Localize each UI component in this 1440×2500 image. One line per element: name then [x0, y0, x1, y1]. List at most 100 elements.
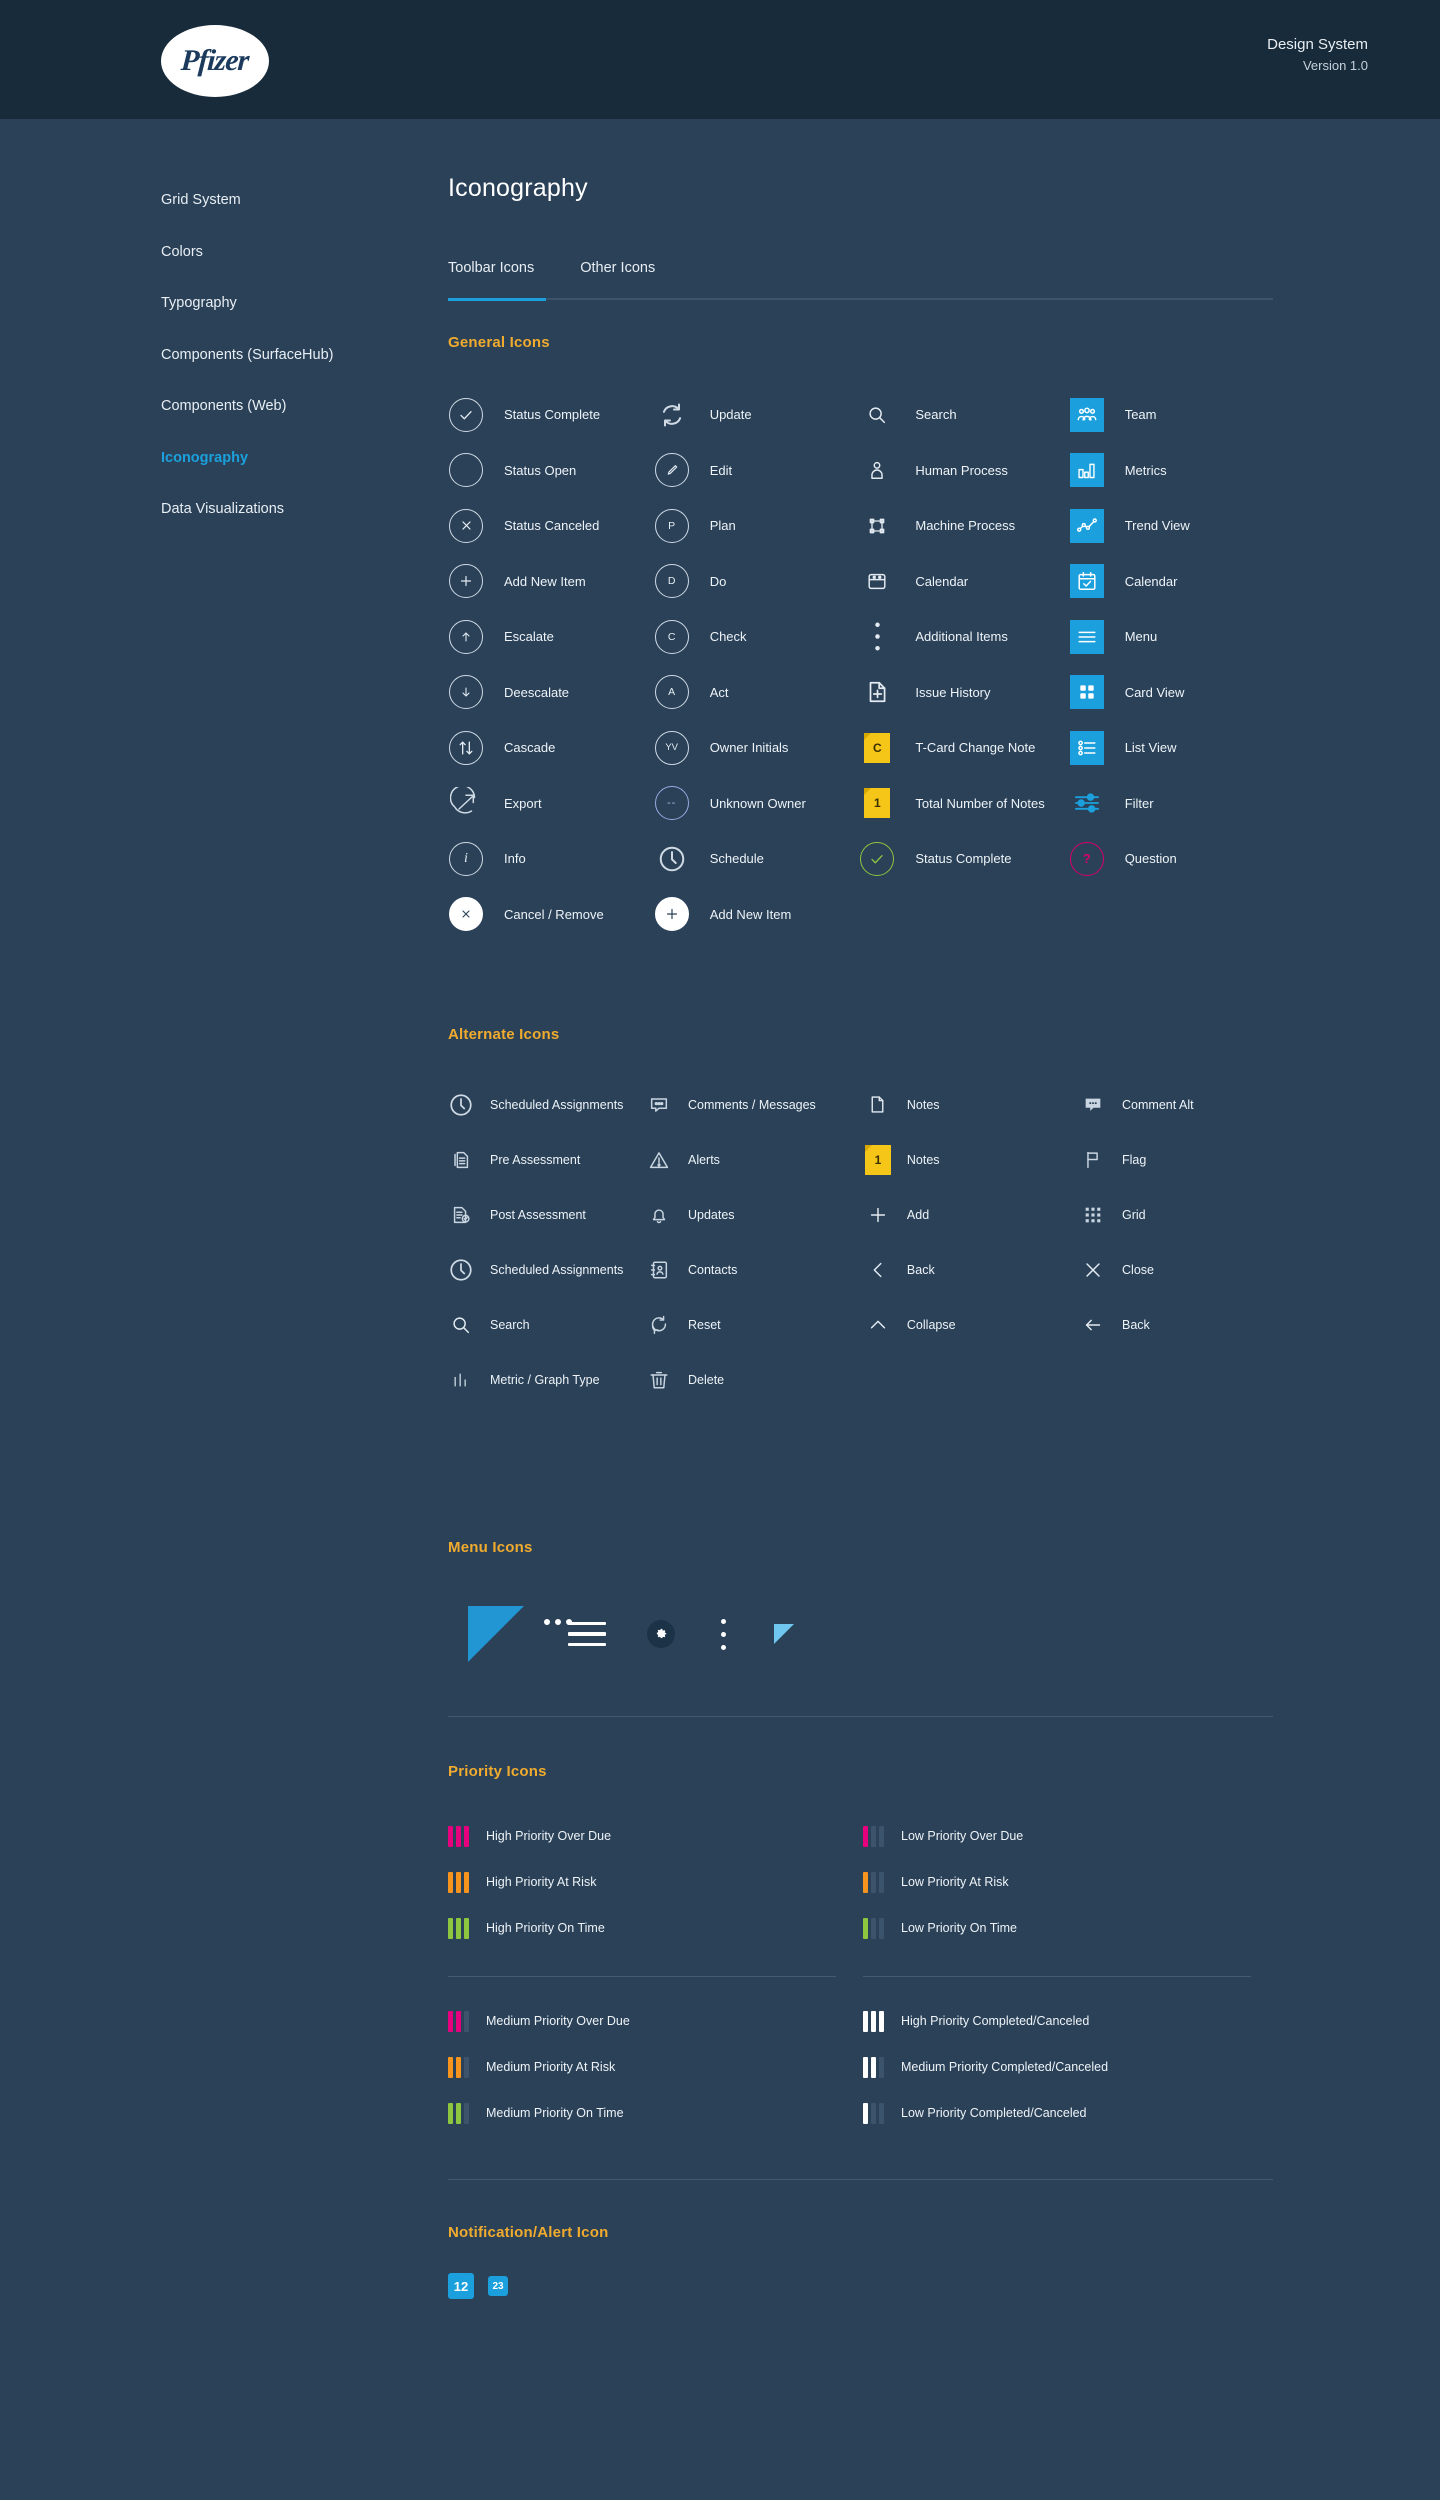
icon-row[interactable]: Add [865, 1187, 1080, 1242]
circle-arrow-up-icon [448, 619, 484, 655]
icon-row[interactable]: Trend View [1069, 498, 1278, 554]
icon-row[interactable]: Updates [646, 1187, 865, 1242]
alternate-icons-column-2: Comments / Messages Alerts Updates Contacts… [646, 1077, 865, 1407]
icon-row[interactable]: Issue History [859, 665, 1068, 721]
icon-row[interactable]: Delete [646, 1352, 865, 1407]
icon-label: Delete [687, 1372, 725, 1387]
icon-row[interactable]: Scheduled Assignments [448, 1242, 646, 1297]
icon-row[interactable]: Status Complete [859, 831, 1068, 887]
icon-row[interactable]: Metric / Graph Type [448, 1352, 646, 1407]
icon-row[interactable]: Status Open [448, 443, 654, 499]
icon-row[interactable]: Filter [1069, 776, 1278, 832]
icon-row[interactable]: Pre Assessment [448, 1132, 646, 1187]
icon-row[interactable]: Calendar [859, 554, 1068, 610]
icon-row[interactable]: P Plan [654, 498, 860, 554]
circle-x-icon [448, 508, 484, 544]
icon-row[interactable]: Contacts [646, 1242, 865, 1297]
icon-row[interactable]: Close [1080, 1242, 1278, 1297]
icon-row[interactable]: Reset [646, 1297, 865, 1352]
icon-row[interactable]: Back [1080, 1297, 1278, 1352]
icon-row[interactable]: Metrics [1069, 443, 1278, 499]
priority-row: High Priority At Risk [448, 1864, 863, 1900]
contacts-book-icon [646, 1259, 672, 1281]
icon-row[interactable]: ? Question [1069, 831, 1278, 887]
notification-badge-small[interactable]: 23 [488, 2276, 508, 2296]
icon-row[interactable]: Status Complete [448, 387, 654, 443]
icon-row[interactable]: Cancel / Remove [448, 887, 654, 943]
icon-row[interactable]: Search [859, 387, 1068, 443]
circle-letter-c-icon: C [654, 619, 690, 655]
icon-label: T-Card Change Note [915, 740, 1036, 756]
hamburger-lines-icon[interactable] [544, 1621, 630, 1647]
icon-row[interactable]: Deescalate [448, 665, 654, 721]
icon-row[interactable]: C T-Card Change Note [859, 720, 1068, 776]
icon-row[interactable]: Team [1069, 387, 1278, 443]
priority-row: Medium Priority On Time [448, 2095, 863, 2131]
icon-row[interactable]: Escalate [448, 609, 654, 665]
sidebar-item-grid-system[interactable]: Grid System [161, 192, 391, 208]
tab-toolbar-icons[interactable]: Toolbar Icons [448, 260, 534, 300]
icon-row[interactable]: List View [1069, 720, 1278, 776]
icon-row[interactable]: Cascade [448, 720, 654, 776]
icon-label: Additional Items [915, 629, 1008, 645]
icon-row[interactable]: i Info [448, 831, 654, 887]
icon-row[interactable]: Update [654, 387, 860, 443]
small-triangle-icon[interactable] [754, 1624, 814, 1644]
icon-row[interactable]: Grid [1080, 1187, 1278, 1242]
icon-row[interactable]: Add New Item [448, 554, 654, 610]
tab-other-icons[interactable]: Other Icons [580, 260, 655, 300]
icon-row[interactable]: Notes [865, 1077, 1080, 1132]
circle-check-green-icon [859, 841, 895, 877]
icon-label: Total Number of Notes [915, 795, 1045, 811]
chevron-left-icon [865, 1259, 891, 1281]
sidebar-item-data-visualizations[interactable]: Data Visualizations [161, 501, 391, 517]
sidebar-item-colors[interactable]: Colors [161, 244, 391, 260]
general-icons-column-4: Team Metrics Trend View Calendar Menu Card Vi… [1069, 387, 1278, 942]
icon-row[interactable]: Machine Process [859, 498, 1068, 554]
sidebar-item-iconography[interactable]: Iconography [161, 450, 391, 466]
icon-row[interactable]: C Check [654, 609, 860, 665]
gear-icon[interactable] [630, 1620, 692, 1648]
icon-row[interactable]: Calendar [1069, 554, 1278, 610]
priority-bars-icon [448, 1825, 474, 1847]
icon-row[interactable]: Schedule [654, 831, 860, 887]
icon-row[interactable]: Comments / Messages [646, 1077, 865, 1132]
sidebar-item-typography[interactable]: Typography [161, 295, 391, 311]
icon-label: Human Process [915, 462, 1008, 478]
priority-label: Medium Priority Over Due [486, 2014, 630, 2028]
icon-row[interactable]: Comment Alt [1080, 1077, 1278, 1132]
notification-badge-large[interactable]: 12 [448, 2273, 474, 2299]
reset-circle-icon [646, 1314, 672, 1336]
icon-row[interactable]: 1 Notes [864, 1132, 1080, 1187]
icon-row[interactable]: Edit [654, 443, 860, 499]
circle-arrows-updown-icon [448, 730, 484, 766]
icon-row[interactable]: Post Assessment [448, 1187, 646, 1242]
icon-row[interactable]: -- Unknown Owner [654, 776, 860, 832]
icon-row[interactable]: D Do [654, 554, 860, 610]
icon-row[interactable]: Export [448, 776, 654, 832]
icon-row[interactable]: Menu [1069, 609, 1278, 665]
icon-row[interactable]: Back [865, 1242, 1080, 1297]
menu-icons-section: Menu Icons [448, 1539, 1278, 1717]
icon-row[interactable]: Alerts [646, 1132, 865, 1187]
icon-row[interactable]: Collapse [865, 1297, 1080, 1352]
icon-row[interactable]: Status Canceled [448, 498, 654, 554]
icon-label: Search [490, 1317, 530, 1332]
circle-letter-p-icon: P [654, 508, 690, 544]
icon-label: Search [915, 407, 957, 423]
icon-row[interactable]: Card View [1069, 665, 1278, 721]
sidebar-item-components-surfacehub[interactable]: Components (SurfaceHub) [161, 347, 391, 363]
icon-row[interactable]: Human Process [859, 443, 1068, 499]
icon-row[interactable]: Add New Item [654, 887, 860, 943]
icon-row[interactable]: Additional Items [859, 609, 1068, 665]
icon-label: Check [709, 629, 747, 645]
vertical-dots-icon[interactable] [692, 1618, 754, 1650]
icon-row[interactable]: 1 Total Number of Notes [859, 776, 1068, 832]
icon-row[interactable]: Flag [1080, 1132, 1278, 1187]
icon-row[interactable]: Search [448, 1297, 646, 1352]
icon-row[interactable]: A Act [654, 665, 860, 721]
sidebar-item-components-web[interactable]: Components (Web) [161, 398, 391, 414]
icon-row[interactable]: Scheduled Assignments [448, 1077, 646, 1132]
icon-row[interactable]: YV Owner Initials [654, 720, 860, 776]
triangle-dots-menu-icon[interactable] [448, 1606, 572, 1662]
